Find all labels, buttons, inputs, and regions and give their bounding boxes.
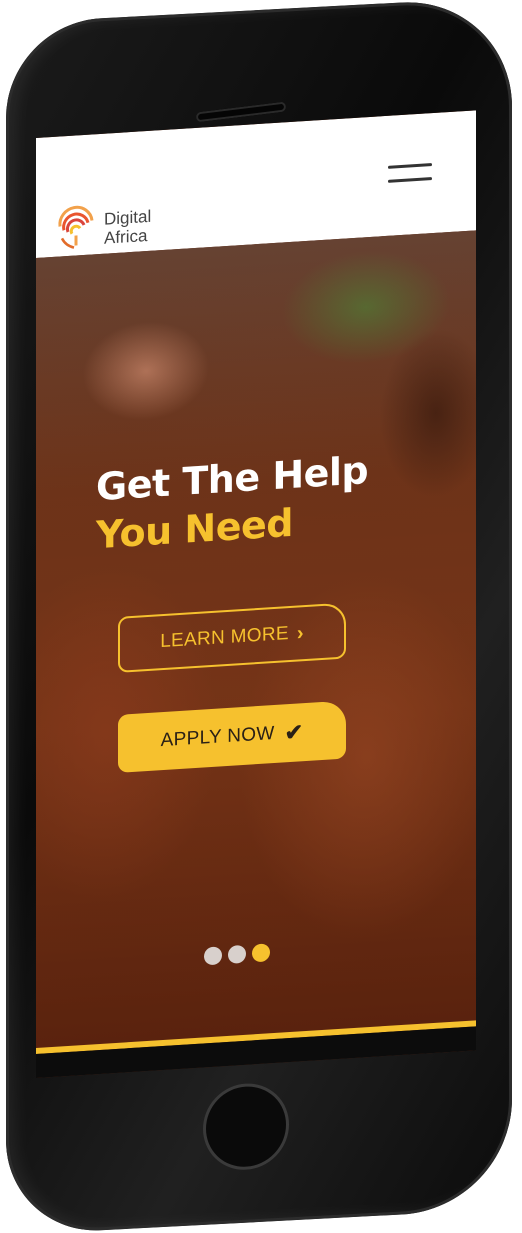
phone-screen: Digital Africa Get The Help You Need LEA… <box>36 110 476 1078</box>
home-button[interactable] <box>203 1081 289 1172</box>
hamburger-icon-bar <box>388 163 432 169</box>
carousel-dot[interactable] <box>204 946 222 966</box>
learn-more-button[interactable]: LEARN MORE › <box>118 602 346 673</box>
hamburger-icon-bar <box>388 177 432 183</box>
brand-name: Digital Africa <box>104 207 151 248</box>
hamburger-menu-button[interactable] <box>388 157 434 190</box>
hero-content: Get The Help You Need LEARN MORE › APPLY… <box>96 442 456 773</box>
logo-fingerprint-icon <box>58 205 94 249</box>
learn-more-label: LEARN MORE <box>160 623 289 653</box>
carousel-dot[interactable] <box>228 944 246 964</box>
carousel-indicators <box>204 943 270 966</box>
apply-now-label: APPLY NOW <box>160 722 275 752</box>
carousel-dot[interactable] <box>252 943 270 963</box>
brand-name-line2: Africa <box>104 225 148 248</box>
brand-logo[interactable]: Digital Africa <box>54 187 204 256</box>
apply-now-button[interactable]: APPLY NOW ✔ <box>118 700 346 773</box>
hero-banner: Get The Help You Need LEARN MORE › APPLY… <box>36 230 476 1048</box>
chevron-right-icon: › <box>296 621 304 645</box>
earpiece-speaker <box>195 101 287 123</box>
checkmark-icon: ✔ <box>284 719 304 746</box>
